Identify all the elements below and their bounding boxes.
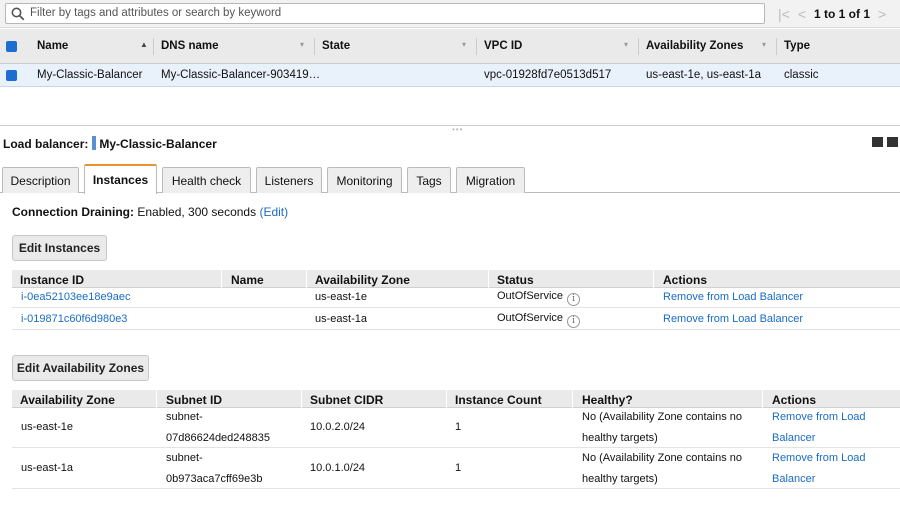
lb-azs: us-east-1e, us-east-1a <box>646 69 762 81</box>
instance-id-link[interactable]: i-0ea52103ee18e9aec <box>21 291 131 303</box>
first-page-icon[interactable]: |< <box>778 6 790 22</box>
col-dns-name[interactable]: DNS name <box>161 40 219 52</box>
tab-monitoring[interactable]: Monitoring <box>327 167 402 193</box>
subnet-id-cont: 07d86624ded248835 <box>166 432 271 444</box>
search-input[interactable]: Filter by tags and attributes or search … <box>5 3 765 24</box>
remove-zone-link[interactable]: Remove from Load <box>772 452 866 464</box>
edit-instances-button[interactable]: Edit Instances <box>12 235 107 261</box>
edit-draining-link[interactable]: (Edit) <box>259 205 288 219</box>
instance-az: us-east-1e <box>315 291 367 303</box>
pane-resize-handle[interactable]: ••• <box>0 125 900 134</box>
healthy-status-cont: healthy targets) <box>582 473 658 485</box>
search-placeholder: Filter by tags and attributes or search … <box>30 7 282 19</box>
instance-status: OutOfService i <box>497 290 581 306</box>
dropdown-icon[interactable]: ▾ <box>624 40 628 49</box>
dropdown-icon[interactable]: ▾ <box>462 40 466 49</box>
remove-instance-link[interactable]: Remove from Load Balancer <box>663 291 803 303</box>
subnet-id: subnet- <box>166 411 203 423</box>
tab-listeners[interactable]: Listeners <box>256 167 322 193</box>
row-checkbox[interactable] <box>6 70 17 81</box>
zone-name: us-east-1e <box>21 421 73 433</box>
healthy-status-cont: healthy targets) <box>582 432 658 444</box>
next-page-icon[interactable]: > <box>878 6 886 22</box>
subnet-cidr: 10.0.1.0/24 <box>310 462 366 474</box>
detail-lb-name: My-Classic-Balancer <box>99 137 217 151</box>
remove-zone-link[interactable]: Remove from Load <box>772 411 866 423</box>
instance-az: us-east-1a <box>315 313 367 325</box>
remove-instance-link[interactable]: Remove from Load Balancer <box>663 313 803 325</box>
info-icon[interactable]: i <box>567 293 581 306</box>
lb-vpc: vpc-01928fd7e0513d517 <box>484 69 612 81</box>
instance-id-link[interactable]: i-019871c60f6d980e3 <box>21 313 127 325</box>
edit-availability-zones-button[interactable]: Edit Availability Zones <box>12 355 149 381</box>
detail-label: Load balancer: <box>3 137 89 151</box>
pane-layout-controls <box>872 137 898 147</box>
pagination: |< < 1 to 1 of 1 > <box>778 0 886 28</box>
search-icon <box>11 7 25 21</box>
instance-status: OutOfService i <box>497 312 581 328</box>
tab-health-check[interactable]: Health check <box>162 167 251 193</box>
lb-table-header: Name ▲ DNS name ▾ State ▾ VPC ID ▾ Avail… <box>0 29 900 64</box>
connection-draining: Connection Draining: Enabled, 300 second… <box>12 205 289 219</box>
instance-count: 1 <box>455 421 462 433</box>
healthy-status: No (Availability Zone contains no <box>582 411 742 423</box>
page-count: 1 to 1 of 1 <box>814 7 871 21</box>
remove-zone-link-cont[interactable]: Balancer <box>772 473 815 485</box>
dropdown-icon[interactable]: ▾ <box>300 40 304 49</box>
zone-name: us-east-1a <box>21 462 73 474</box>
lb-type: classic <box>784 69 819 81</box>
col-name[interactable]: Name <box>37 40 68 52</box>
detail-tabs: Description Instances Health check Liste… <box>0 164 900 194</box>
tab-migration[interactable]: Migration <box>456 167 525 193</box>
dock-bottom-icon[interactable] <box>872 137 883 147</box>
tab-instances[interactable]: Instances <box>84 164 157 194</box>
instance-count: 1 <box>455 462 462 474</box>
lb-dns: My-Classic-Balancer-903419… <box>161 69 321 81</box>
tab-tags[interactable]: Tags <box>407 167 451 193</box>
tab-description[interactable]: Description <box>2 167 79 193</box>
sort-asc-icon[interactable]: ▲ <box>140 40 148 49</box>
dock-full-icon[interactable] <box>887 137 898 147</box>
dropdown-icon[interactable]: ▾ <box>762 40 766 49</box>
lb-name: My-Classic-Balancer <box>37 69 143 81</box>
prev-page-icon[interactable]: < <box>798 6 806 22</box>
info-icon[interactable]: i <box>567 315 581 328</box>
col-availability-zones[interactable]: Availability Zones <box>646 40 743 52</box>
col-type[interactable]: Type <box>784 40 810 52</box>
lb-table-row[interactable]: My-Classic-Balancer My-Classic-Balancer-… <box>0 64 900 87</box>
detail-title: Load balancer: My-Classic-Balancer <box>3 136 217 151</box>
col-vpc-id[interactable]: VPC ID <box>484 40 522 52</box>
subnet-cidr: 10.0.2.0/24 <box>310 421 366 433</box>
healthy-status: No (Availability Zone contains no <box>582 452 742 464</box>
col-state[interactable]: State <box>322 40 350 52</box>
zones-table-header: Availability Zone Subnet ID Subnet CIDR … <box>12 390 900 408</box>
subnet-id-cont: 0b973aca7cff69e3b <box>166 473 263 485</box>
remove-zone-link-cont[interactable]: Balancer <box>772 432 815 444</box>
subnet-id: subnet- <box>166 452 203 464</box>
instances-table-header: Instance ID Name Availability Zone Statu… <box>12 270 900 288</box>
select-all-checkbox[interactable] <box>6 41 17 52</box>
